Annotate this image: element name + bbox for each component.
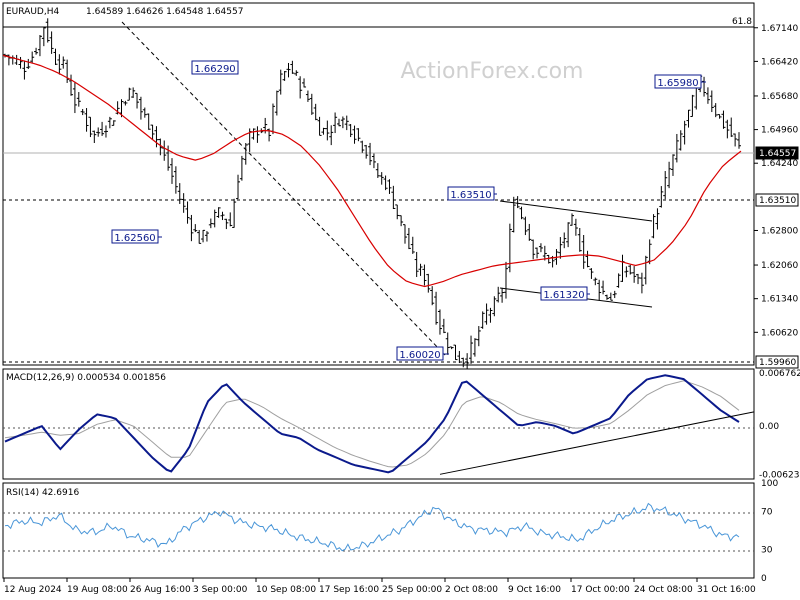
x-tick-label: 17 Sep 16:00 bbox=[319, 585, 379, 595]
macd-title: MACD(12,26,9) 0.000534 0.001856 bbox=[6, 373, 166, 383]
price-callout: 1.61320 bbox=[540, 286, 590, 301]
price-level-tag: 1.63510 bbox=[755, 193, 799, 207]
y-tick-label: 1.65680 bbox=[761, 92, 798, 102]
price-level-tag: 1.59960 bbox=[755, 355, 799, 369]
macd-axis: 0.0067620.00-0.006238 bbox=[759, 369, 800, 480]
price-axis: 1.67140 1.66420 1.65680 1.64960 1.64240 1.628… bbox=[754, 24, 799, 369]
price-level-label: 1.63510 bbox=[759, 196, 796, 206]
price-level-label: 1.59960 bbox=[759, 358, 796, 368]
x-tick-label: 3 Sep 00:00 bbox=[193, 585, 248, 595]
y-tick-label: 1.62800 bbox=[761, 226, 798, 236]
chart-title-ohlc: 1.64589 1.64626 1.64548 1.64557 bbox=[86, 7, 243, 17]
x-tick-label: 9 Oct 16:00 bbox=[508, 585, 561, 595]
price-panel bbox=[2, 2, 755, 366]
callout-label: 1.65980 bbox=[657, 78, 698, 89]
rsi-tick-label: 30 bbox=[761, 546, 773, 556]
rsi-tick-label: 70 bbox=[761, 508, 773, 518]
y-tick-label: 1.64960 bbox=[761, 126, 798, 136]
macd-tick-label: 0.00 bbox=[759, 422, 779, 432]
rsi-title: RSI(14) 42.6916 bbox=[6, 488, 79, 498]
price-level-label: 1.64557 bbox=[759, 149, 796, 159]
y-tick-label: 1.66420 bbox=[761, 57, 798, 67]
macd-tick-label: 0.006762 bbox=[759, 369, 800, 379]
x-tick-label: 31 Oct 16:00 bbox=[697, 585, 756, 595]
x-tick-label: 12 Aug 2024 bbox=[4, 585, 62, 595]
time-axis: 12 Aug 2024 19 Aug 08:00 26 Aug 16:00 3 Sep… bbox=[3, 578, 756, 595]
chart-canvas: ActionForex.com EURAUD,H4 1.64589 1.6462… bbox=[2, 2, 800, 595]
chart-title-symbol: EURAUD,H4 bbox=[6, 7, 59, 17]
y-tick-label: 1.64240 bbox=[761, 159, 798, 169]
price-callout: 1.65980 bbox=[654, 74, 706, 89]
callout-label: 1.60020 bbox=[399, 350, 440, 361]
x-tick-label: 19 Aug 08:00 bbox=[67, 585, 128, 595]
y-tick-label: 1.60620 bbox=[761, 328, 798, 338]
rsi-panel bbox=[2, 482, 755, 579]
price-callout: 1.62560 bbox=[111, 229, 162, 244]
rsi-tick-label: 0 bbox=[761, 574, 767, 584]
x-tick-label: 24 Oct 08:00 bbox=[634, 585, 693, 595]
rsi-axis: 100 70 30 0 bbox=[761, 479, 778, 584]
price-level-tag: 1.64557 bbox=[755, 146, 799, 160]
price-callout: 1.60020 bbox=[396, 346, 449, 361]
callout-label: 1.61320 bbox=[543, 290, 584, 301]
price-callout: 1.63510 bbox=[447, 186, 497, 201]
x-tick-label: 17 Oct 00:00 bbox=[571, 585, 630, 595]
y-tick-label: 1.61340 bbox=[761, 295, 798, 305]
price-callout: 1.66290 bbox=[191, 60, 239, 75]
watermark: ActionForex.com bbox=[401, 59, 584, 84]
callout-label: 1.66290 bbox=[194, 64, 235, 75]
callout-label: 1.63510 bbox=[450, 190, 491, 201]
x-tick-label: 10 Sep 08:00 bbox=[256, 585, 316, 595]
fib-618-label: 61.8 bbox=[732, 17, 752, 27]
x-tick-label: 25 Sep 00:00 bbox=[382, 585, 442, 595]
y-tick-label: 1.67140 bbox=[761, 24, 798, 34]
callout-label: 1.62560 bbox=[114, 233, 155, 244]
x-tick-label: 26 Aug 16:00 bbox=[130, 585, 191, 595]
rsi-tick-label: 100 bbox=[761, 479, 778, 489]
x-tick-label: 2 Oct 08:00 bbox=[445, 585, 498, 595]
y-tick-label: 1.62060 bbox=[761, 261, 798, 271]
